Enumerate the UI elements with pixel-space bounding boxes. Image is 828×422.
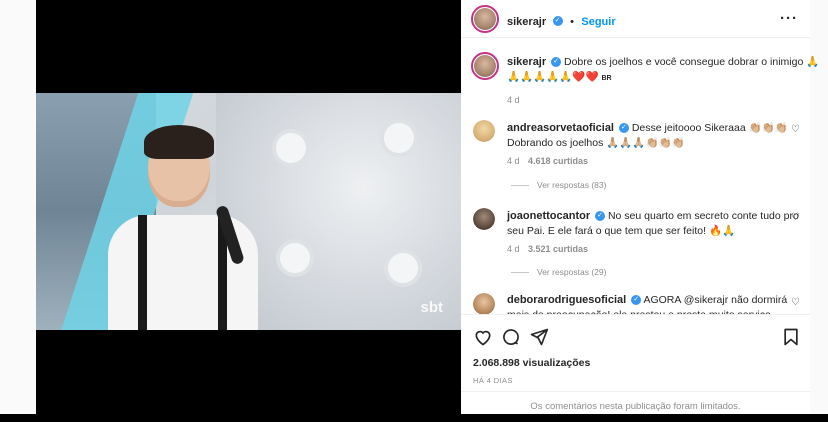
comment-text-line1: AGORA @sikerajr não dormirá [643,294,788,306]
caption-username[interactable]: sikerajr [507,56,546,68]
person-hair [144,125,214,159]
comment-text-line1: Desse jeitoooo Sikeraaa 👏🏼👏🏼👏🏼 [631,122,788,134]
comment-avatar[interactable] [473,293,495,315]
instagram-post-modal: sbt sikerajr ✓ • Seguir ··· sikerajr ✓ D… [0,0,828,414]
video-person [108,125,258,330]
caption-avatar[interactable] [471,52,499,80]
wall-decoration [276,133,306,163]
wall-decoration [384,123,414,153]
channel-logo: sbt [420,299,444,316]
page-background-left [0,0,36,414]
caption-flag: BR [601,75,612,82]
verified-icon: ✓ [551,57,562,68]
separator-dot: • [570,16,574,28]
comment-text-line1: No seu quarto em secreto conte tudo pro [607,210,799,222]
post-actions: 2.068.898 visualizações HÁ 4 DIAS Os com… [461,314,810,414]
post-sidebar: sikerajr ✓ • Seguir ··· sikerajr ✓ Dobre… [461,0,819,414]
post-date: HÁ 4 DIAS [473,376,513,385]
wall-decoration [388,253,418,283]
post-header: sikerajr ✓ • Seguir ··· [461,0,810,38]
comment-avatar[interactable] [473,208,495,230]
view-replies-label: Ver respostas (29) [537,267,607,277]
comment-likes[interactable]: 4.618 curtidas [528,156,588,166]
comment-likes[interactable]: 3.521 curtidas [528,244,588,254]
verified-icon: ✓ [631,295,642,306]
verified-icon: ✓ [618,123,629,134]
view-replies-button[interactable]: Ver respostas (83) [511,180,606,190]
verified-icon: ✓ [595,211,606,222]
wall-decoration [280,243,310,273]
share-icon[interactable] [529,327,549,347]
view-replies-label: Ver respostas (83) [537,180,607,190]
caption: sikerajr ✓ Dobre os joelhos e você conse… [507,55,819,86]
caption-text-line1: Dobre os joelhos e você consegue dobrar … [564,56,820,68]
comment-username[interactable]: andreasorvetaoficial [507,122,614,134]
comment-text-line2: Dobrando os joelhos 🙏🏼🙏🏼🙏🏼👏🏼👏🏼👏🏼 [507,137,685,149]
replies-line [511,272,529,274]
video-player[interactable]: sbt [36,93,461,330]
comment-like-icon[interactable]: ♡ [791,212,800,223]
comment-age: 4 d [507,244,520,254]
comment-text-line2: seu Pai. E ele fará o que tem que ser fe… [507,225,736,237]
comment-username[interactable]: deborarodriguesoficial [507,294,626,306]
comment: andreasorvetaoficial ✓ Desse jeitoooo Si… [507,121,788,151]
comment-like-icon[interactable]: ♡ [791,297,800,308]
replies-line [511,185,529,187]
comment-avatar[interactable] [473,120,495,142]
more-options-icon[interactable]: ··· [780,10,798,27]
person-strap [138,215,147,330]
media-area: sbt [36,0,461,414]
save-icon[interactable] [781,327,801,347]
comment-age: 4 d [507,156,520,166]
like-icon[interactable] [473,327,493,347]
view-count[interactable]: 2.068.898 visualizações [473,357,590,369]
author-avatar[interactable] [471,5,499,33]
comment-username[interactable]: joaonettocantor [507,210,590,222]
caption-age: 4 d [507,95,520,105]
view-replies-button[interactable]: Ver respostas (29) [511,267,606,277]
comments-limited-notice: Os comentários nesta publicação foram li… [461,391,810,415]
caption-text-line2: 🙏🙏🙏🙏🙏❤️❤️ [507,71,599,83]
comment: joaonettocantor ✓ No seu quarto em secre… [507,209,799,239]
author-username[interactable]: sikerajr [507,16,546,28]
verified-icon: ✓ [552,15,563,26]
follow-button[interactable]: Seguir [581,16,615,28]
comment-icon[interactable] [501,327,521,347]
comment-like-icon[interactable]: ♡ [791,124,800,135]
